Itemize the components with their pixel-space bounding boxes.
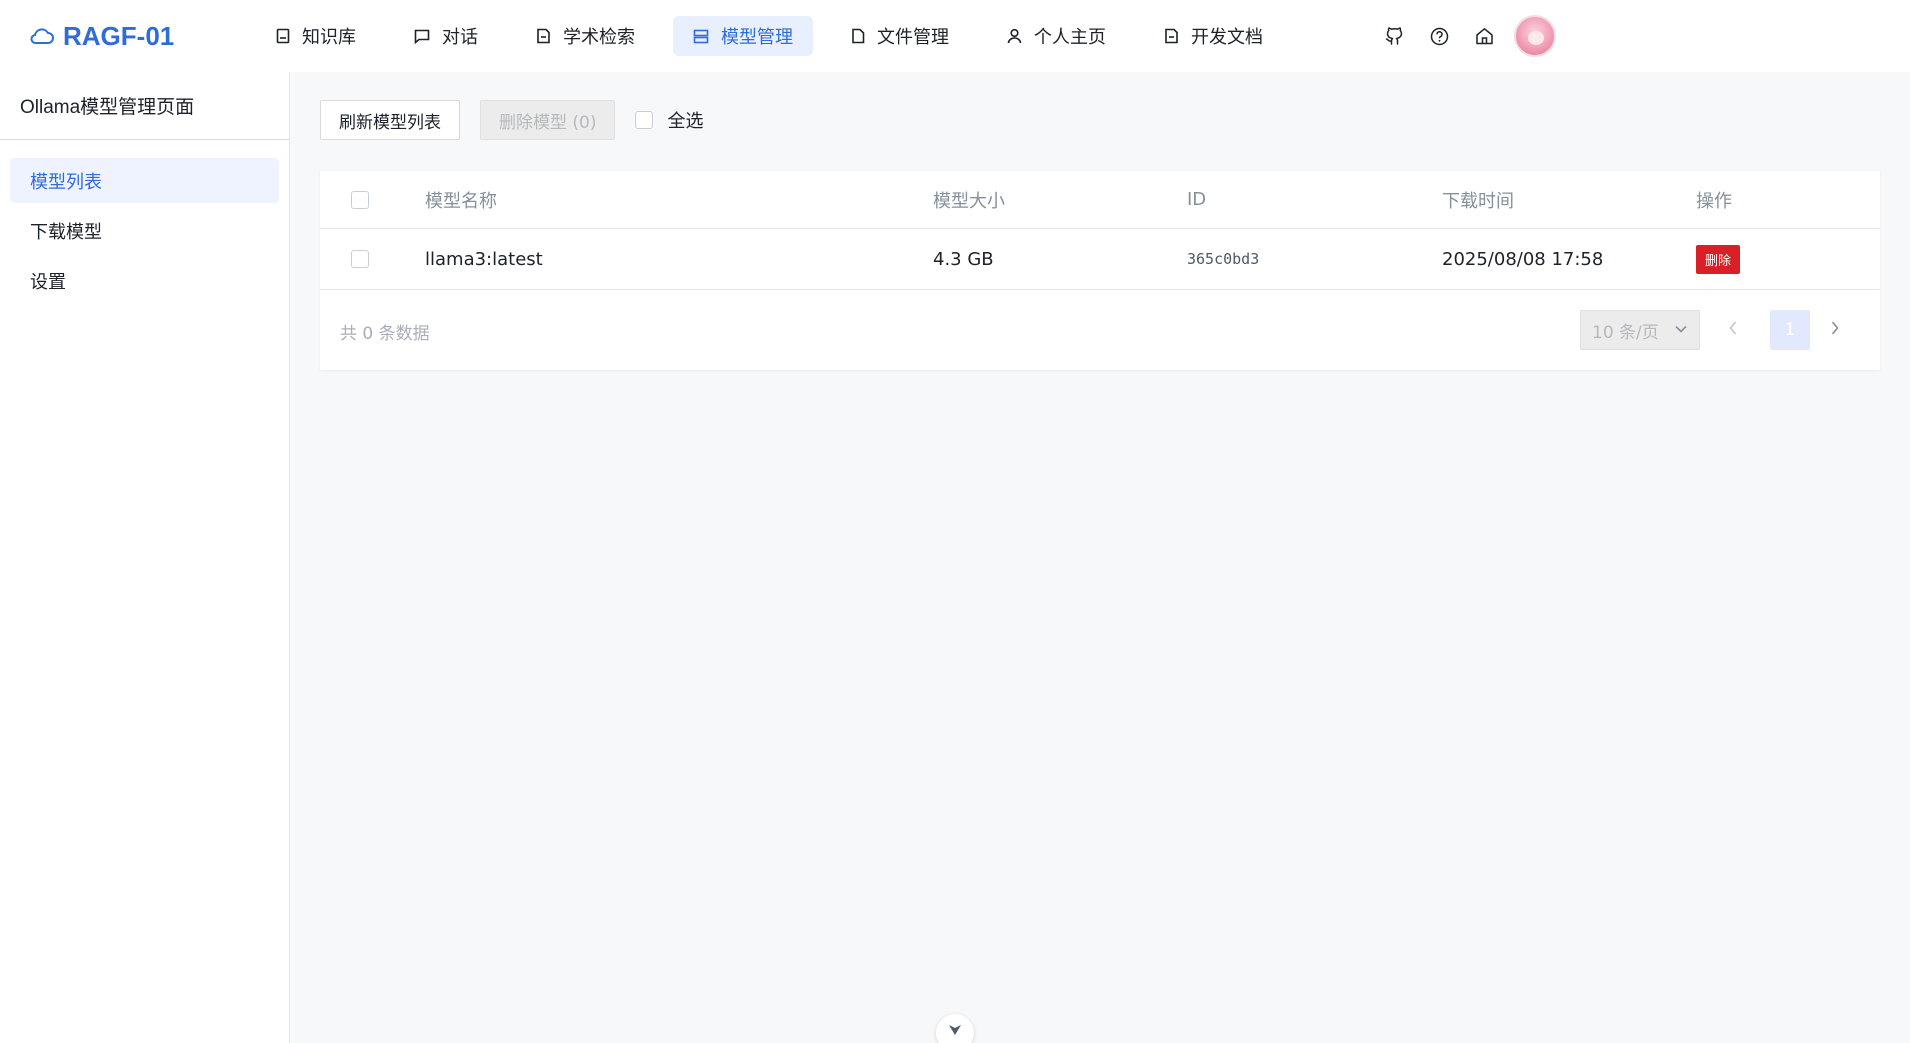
column-header-download-time: 下载时间 [1442, 190, 1514, 212]
file-icon [852, 28, 865, 44]
github-icon [1385, 26, 1402, 45]
column-header-actions: 操作 [1696, 190, 1732, 212]
app-logo[interactable]: RAGF-01 [30, 21, 210, 52]
model-name: llama3:latest [425, 248, 543, 270]
help-button[interactable] [1422, 19, 1456, 53]
table-footer: 共 0 条数据 10 条/页 1 [320, 290, 1880, 369]
model-table: 模型名称 模型大小 ID 下载时间 操作 llama3:latest 4.3 G… [320, 171, 1880, 370]
sidebar-item-model-list[interactable]: 模型列表 [10, 158, 279, 203]
nav-item-file-management[interactable]: 文件管理 [831, 16, 969, 56]
cloud-icon [30, 28, 54, 44]
model-toolbar: 刷新模型列表 删除模型 (0) 全选 [320, 100, 703, 140]
github-button[interactable] [1377, 19, 1411, 53]
header-checkbox[interactable] [351, 190, 369, 209]
column-header-id: ID [1187, 189, 1207, 210]
nav-item-label: 个人主页 [1034, 27, 1106, 48]
top-navbar: RAGF-01 知识库 对话 学术检索 模型管理 文件管理 个人主页 开发文档 [0, 0, 1910, 72]
chat-icon [414, 29, 430, 44]
select-all-checkbox[interactable]: 全选 [635, 107, 703, 133]
sidebar-item-download-model[interactable]: 下载模型 [10, 208, 279, 253]
home-icon [1475, 28, 1493, 45]
nav-item-chat[interactable]: 对话 [394, 16, 498, 56]
nav-item-label: 文件管理 [877, 27, 949, 48]
row-checkbox[interactable] [351, 250, 369, 268]
nav-item-label: 知识库 [302, 27, 356, 48]
select-all-label: 全选 [667, 111, 704, 132]
arrow-down-icon [949, 1025, 961, 1035]
page-size-select[interactable]: 10 条/页 [1580, 310, 1700, 350]
page-number-button[interactable]: 1 [1770, 310, 1810, 350]
header-actions [1377, 15, 1556, 57]
chevron-down-icon [1675, 325, 1687, 333]
model-id: 365c0bd3 [1187, 250, 1260, 268]
avatar[interactable] [1514, 15, 1556, 57]
nav-item-label: 模型管理 [721, 27, 793, 48]
nav-item-label: 对话 [442, 27, 478, 48]
table-row: llama3:latest 4.3 GB 365c0bd3 2025/08/08… [320, 229, 1880, 290]
next-page-icon[interactable] [1830, 320, 1840, 336]
column-header-size: 模型大小 [933, 190, 1005, 212]
sidebar-menu: 模型列表 下载模型 设置 [0, 140, 289, 303]
nav-item-model-management[interactable]: 模型管理 [673, 16, 813, 56]
main-nav: 知识库 对话 学术检索 模型管理 文件管理 个人主页 开发文档 [256, 16, 1301, 56]
prev-page-icon[interactable] [1728, 320, 1738, 336]
checkbox[interactable] [635, 111, 654, 129]
nav-item-label: 开发文档 [1191, 27, 1263, 48]
user-icon [1007, 28, 1022, 44]
sidebar-item-settings[interactable]: 设置 [10, 258, 279, 303]
doc-search-icon [537, 28, 550, 44]
server-icon [693, 29, 709, 43]
delete-models-button[interactable]: 删除模型 (0) [480, 100, 616, 140]
table-header: 模型名称 模型大小 ID 下载时间 操作 [320, 171, 1880, 229]
app-title: RAGF-01 [63, 20, 175, 51]
delete-row-button[interactable]: 删除 [1696, 244, 1741, 274]
help-icon [1430, 27, 1448, 45]
nav-item-dev-docs[interactable]: 开发文档 [1144, 16, 1283, 56]
model-download-time: 2025/08/08 17:58 [1442, 248, 1604, 270]
doc-edit-icon [1165, 28, 1178, 44]
book-icon [276, 28, 290, 44]
nav-item-profile[interactable]: 个人主页 [987, 16, 1126, 56]
nav-item-academic-search[interactable]: 学术检索 [516, 16, 655, 56]
scroll-down-button[interactable] [936, 1014, 974, 1043]
nav-item-label: 学术检索 [563, 27, 635, 48]
model-size: 4.3 GB [933, 248, 994, 270]
nav-item-knowledge-base[interactable]: 知识库 [256, 16, 376, 56]
sidebar-title: Ollama模型管理页面 [0, 72, 289, 140]
total-count: 共 0 条数据 [340, 324, 430, 344]
refresh-models-button[interactable]: 刷新模型列表 [320, 100, 460, 140]
column-header-name: 模型名称 [425, 190, 497, 212]
sidebar: Ollama模型管理页面 模型列表 下载模型 设置 [0, 72, 290, 1043]
page-size-value: 10 条/页 [1592, 322, 1659, 343]
home-button[interactable] [1467, 19, 1501, 53]
